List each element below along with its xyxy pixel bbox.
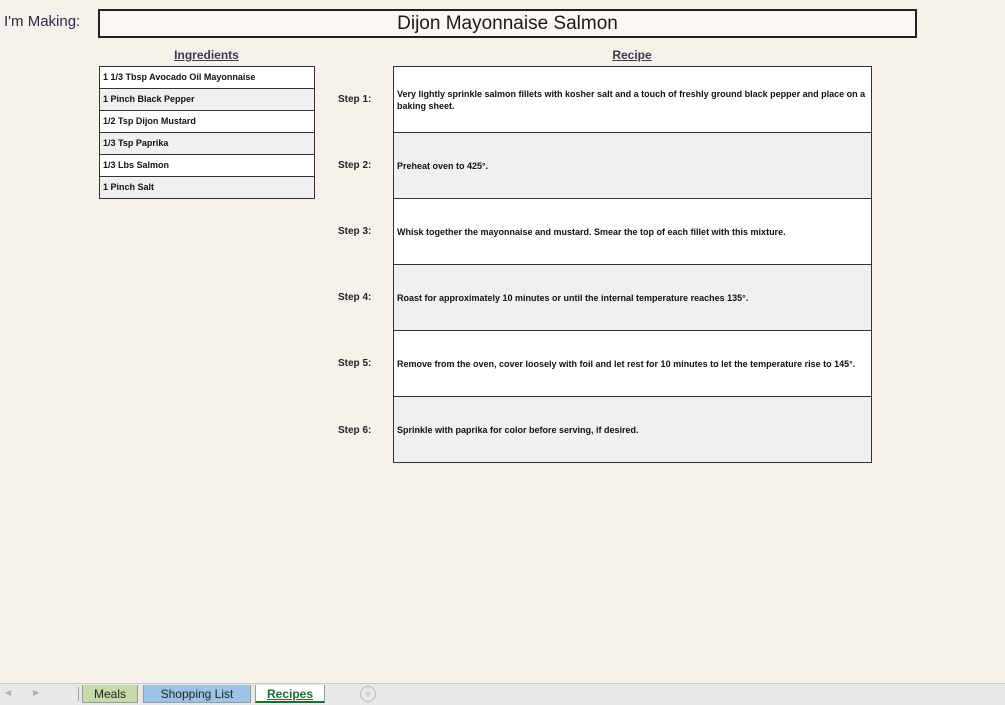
- step-text: Roast for approximately 10 minutes or un…: [397, 292, 749, 303]
- step-label: Step 4:: [338, 292, 372, 303]
- tab-meals[interactable]: Meals: [82, 685, 138, 703]
- plus-circle-icon[interactable]: +: [360, 686, 376, 702]
- ingredients-header: Ingredients: [174, 48, 239, 62]
- step-text: Sprinkle with paprika for color before s…: [397, 424, 639, 435]
- step-text: Whisk together the mayonnaise and mustar…: [397, 226, 786, 237]
- step-text-cell[interactable]: Sprinkle with paprika for color before s…: [394, 397, 871, 463]
- ingredient-row[interactable]: 1 1/3 Tbsp Avocado Oil Mayonnaise: [100, 67, 314, 89]
- step-label: Step 5:: [338, 358, 372, 369]
- step-text-cell[interactable]: Preheat oven to 425°.: [394, 133, 871, 199]
- tab-shopping-list[interactable]: Shopping List: [143, 685, 251, 703]
- spreadsheet-area: I'm Making: Dijon Mayonnaise Salmon Ingr…: [0, 0, 1005, 683]
- ingredient-row[interactable]: 1/3 Lbs Salmon: [100, 155, 314, 177]
- ingredient-row[interactable]: 1/3 Tsp Paprika: [100, 133, 314, 155]
- sheet-tab-bar: ◀ ▶ Meals Shopping List Recipes +: [0, 683, 1005, 705]
- ingredient-row[interactable]: 1 Pinch Black Pepper: [100, 89, 314, 111]
- chevron-right-icon[interactable]: ▶: [33, 688, 39, 697]
- ingredient-row[interactable]: 1/2 Tsp Dijon Mustard: [100, 111, 314, 133]
- making-label: I'm Making:: [4, 13, 81, 30]
- step-label: Step 6:: [338, 425, 372, 436]
- step-text: Very lightly sprinkle salmon fillets wit…: [397, 88, 866, 111]
- tab-recipes[interactable]: Recipes: [255, 685, 325, 703]
- step-text: Preheat oven to 425°.: [397, 160, 489, 171]
- step-text-cell[interactable]: Very lightly sprinkle salmon fillets wit…: [394, 67, 871, 133]
- recipe-steps-table: Very lightly sprinkle salmon fillets wit…: [393, 66, 872, 463]
- step-text-cell[interactable]: Roast for approximately 10 minutes or un…: [394, 265, 871, 331]
- step-label: Step 2:: [338, 160, 372, 171]
- chevron-left-icon[interactable]: ◀: [5, 688, 11, 697]
- step-text-cell[interactable]: Remove from the oven, cover loosely with…: [394, 331, 871, 397]
- recipe-header: Recipe: [612, 48, 652, 62]
- step-text: Remove from the oven, cover loosely with…: [397, 358, 856, 369]
- tab-divider: [78, 687, 79, 701]
- ingredient-row[interactable]: 1 Pinch Salt: [100, 177, 314, 199]
- step-label: Step 3:: [338, 226, 372, 237]
- step-text-cell[interactable]: Whisk together the mayonnaise and mustar…: [394, 199, 871, 265]
- step-label: Step 1:: [338, 94, 372, 105]
- dish-title-cell[interactable]: Dijon Mayonnaise Salmon: [98, 9, 917, 38]
- ingredients-table: 1 1/3 Tbsp Avocado Oil Mayonnaise 1 Pinc…: [99, 66, 315, 199]
